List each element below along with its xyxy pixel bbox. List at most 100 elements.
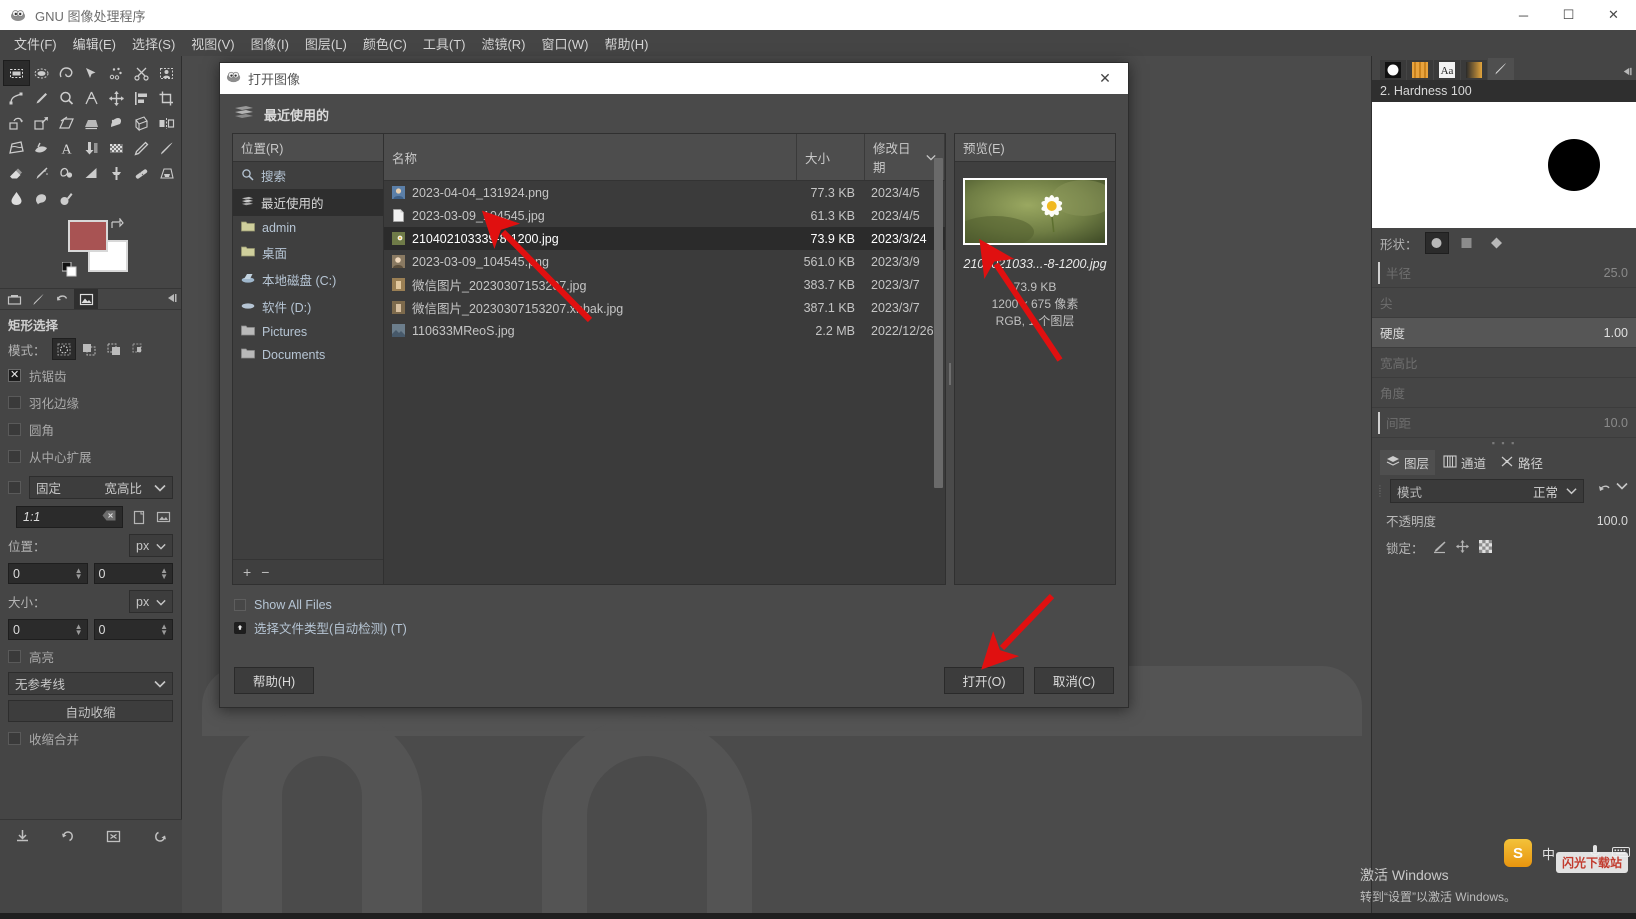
eraser-icon[interactable] bbox=[4, 161, 29, 185]
paths-tab[interactable]: 路径 bbox=[1494, 450, 1549, 475]
shrink-merged-checkbox-box[interactable] bbox=[8, 732, 21, 745]
radius-slider-knob[interactable] bbox=[1378, 262, 1380, 284]
guides-combo[interactable]: 无参考线 bbox=[8, 672, 173, 695]
maximize-button[interactable]: ☐ bbox=[1546, 0, 1591, 30]
select-by-color-icon[interactable] bbox=[104, 61, 129, 85]
radius-slider[interactable]: 半径 25.0 bbox=[1372, 258, 1636, 288]
place-search[interactable]: 搜索 bbox=[233, 162, 383, 189]
scale-icon[interactable] bbox=[29, 111, 54, 135]
show-all-files-checkbox[interactable]: Show All Files bbox=[234, 595, 1114, 615]
spacing-slider-knob[interactable] bbox=[1378, 412, 1380, 434]
antialiasing-checkbox[interactable]: 抗锯齿 bbox=[0, 362, 181, 389]
fixed-aspect-combo[interactable]: 固定 宽高比 bbox=[29, 476, 173, 499]
layer-opacity-row[interactable]: 不透明度 100.0 bbox=[1372, 507, 1636, 534]
column-date[interactable]: 修改日期 bbox=[865, 134, 945, 180]
size-unit-combo[interactable]: px bbox=[129, 590, 173, 613]
close-button[interactable]: ✕ bbox=[1591, 0, 1636, 30]
ink-icon[interactable] bbox=[54, 161, 79, 185]
lock-pixels-icon[interactable] bbox=[1432, 539, 1447, 557]
perspective-icon[interactable] bbox=[79, 111, 104, 135]
mypaint-brush-icon[interactable] bbox=[79, 161, 104, 185]
scrollbar-thumb[interactable] bbox=[934, 158, 943, 488]
place-software-d[interactable]: 软件 (D:) bbox=[233, 293, 383, 320]
column-size[interactable]: 大小 bbox=[797, 134, 865, 180]
feather-edges-checkbox-box[interactable] bbox=[8, 396, 21, 409]
rounded-corners-checkbox-box[interactable] bbox=[8, 423, 21, 436]
text-icon[interactable]: A bbox=[54, 136, 79, 160]
blur-sharpen-icon[interactable] bbox=[4, 186, 29, 210]
auto-shrink-button[interactable]: 自动收缩 bbox=[8, 700, 173, 722]
place-recent[interactable]: 最近使用的 bbox=[233, 189, 383, 216]
place-documents[interactable]: Documents bbox=[233, 343, 383, 366]
pane-splitter[interactable] bbox=[946, 133, 954, 585]
file-type-expander[interactable]: 选择文件类型(自动检测) (T) bbox=[234, 615, 1114, 640]
clone-icon[interactable] bbox=[104, 161, 129, 185]
highlight-checkbox-box[interactable] bbox=[8, 650, 21, 663]
table-row[interactable]: 2023-03-09_104545.png 561.0 KB 2023/3/9 bbox=[384, 250, 945, 273]
undo-history-icon[interactable] bbox=[50, 289, 74, 309]
menu-filters[interactable]: 滤镜(R) bbox=[473, 30, 533, 57]
reset-tool-options-icon[interactable] bbox=[146, 825, 172, 849]
save-tool-options-icon[interactable] bbox=[10, 825, 36, 849]
pencil-icon[interactable] bbox=[129, 136, 154, 160]
expander-icon[interactable] bbox=[234, 621, 246, 634]
menu-windows[interactable]: 窗口(W) bbox=[534, 30, 597, 57]
warp-transform-icon[interactable] bbox=[4, 136, 29, 160]
antialiasing-checkbox-box[interactable] bbox=[8, 368, 21, 382]
foreground-select-icon[interactable] bbox=[154, 61, 179, 85]
reset-colors-icon[interactable] bbox=[61, 261, 78, 281]
ellipse-select-icon[interactable] bbox=[29, 61, 54, 85]
show-all-files-box[interactable] bbox=[234, 599, 246, 611]
add-place-button[interactable]: + bbox=[243, 564, 251, 580]
angle-slider[interactable]: 角度 bbox=[1372, 378, 1636, 408]
cancel-button[interactable]: 取消(C) bbox=[1034, 666, 1114, 694]
breadcrumb-recent[interactable]: 最近使用的 bbox=[264, 105, 329, 124]
images-dock-icon[interactable] bbox=[74, 289, 98, 309]
zoom-icon[interactable] bbox=[54, 86, 79, 110]
spinner-arrows-icon[interactable]: ▲ ▼ bbox=[75, 622, 83, 636]
place-pictures[interactable]: Pictures bbox=[233, 320, 383, 343]
rotate-icon[interactable] bbox=[4, 111, 29, 135]
square-shape-icon[interactable] bbox=[1456, 233, 1478, 253]
layer-mode-combo[interactable]: 模式 正常 bbox=[1390, 479, 1584, 503]
minimize-button[interactable]: ─ bbox=[1501, 0, 1546, 30]
position-unit-combo[interactable]: px bbox=[129, 534, 173, 557]
paint-dynamics-tab-icon[interactable] bbox=[1488, 58, 1514, 80]
dialog-close-button[interactable]: ✕ bbox=[1088, 63, 1122, 94]
paintbrush-icon[interactable] bbox=[154, 136, 179, 160]
spinner-arrows-icon[interactable]: ▲ ▼ bbox=[160, 622, 168, 636]
alignment-icon[interactable] bbox=[129, 86, 154, 110]
lock-alpha-icon[interactable] bbox=[1478, 539, 1493, 557]
highlight-checkbox[interactable]: 高亮 bbox=[0, 643, 181, 670]
place-admin[interactable]: admin bbox=[233, 216, 383, 239]
spikes-slider[interactable]: 尖 bbox=[1372, 288, 1636, 318]
ime-language[interactable]: 中 bbox=[1542, 844, 1555, 863]
remove-place-button[interactable]: − bbox=[261, 564, 269, 580]
expand-from-center-checkbox-box[interactable] bbox=[8, 450, 21, 463]
patterns-tab-icon[interactable] bbox=[1407, 60, 1433, 80]
gradients-tab-icon[interactable] bbox=[1461, 60, 1487, 80]
foreground-color-swatch[interactable] bbox=[68, 220, 108, 252]
drag-handle-icon[interactable]: ⋮ ⋮ bbox=[1376, 485, 1384, 498]
add-selection-icon[interactable] bbox=[78, 339, 100, 359]
color-picker-icon[interactable] bbox=[29, 86, 54, 110]
shear-icon[interactable] bbox=[54, 111, 79, 135]
menu-edit[interactable]: 编辑(E) bbox=[65, 30, 124, 57]
landscape-orientation-icon[interactable] bbox=[154, 508, 173, 527]
fonts-tab-icon[interactable]: Aa bbox=[1434, 60, 1460, 80]
menu-layer[interactable]: 图层(L) bbox=[297, 30, 355, 57]
table-row[interactable]: 微信图片_20230307153207.xnbak.jpg 387.1 KB 2… bbox=[384, 296, 945, 319]
airbrush-icon[interactable] bbox=[29, 161, 54, 185]
dock-menu-icon[interactable] bbox=[1621, 66, 1632, 80]
shrink-merged-checkbox[interactable]: 收缩合并 bbox=[0, 725, 181, 752]
menu-help[interactable]: 帮助(H) bbox=[596, 30, 656, 57]
column-name[interactable]: 名称 bbox=[384, 134, 797, 180]
rounded-corners-checkbox[interactable]: 圆角 bbox=[0, 416, 181, 443]
position-x-input[interactable]: 0 ▲ ▼ bbox=[8, 563, 88, 584]
gradient-icon[interactable] bbox=[79, 136, 104, 160]
size-height-input[interactable]: 0 ▲ ▼ bbox=[93, 619, 173, 640]
brushes-dock-icon[interactable] bbox=[26, 289, 50, 309]
layers-tab[interactable]: 图层 bbox=[1380, 450, 1436, 475]
bucket-fill-icon[interactable] bbox=[29, 136, 54, 160]
replace-selection-icon[interactable] bbox=[51, 338, 76, 360]
